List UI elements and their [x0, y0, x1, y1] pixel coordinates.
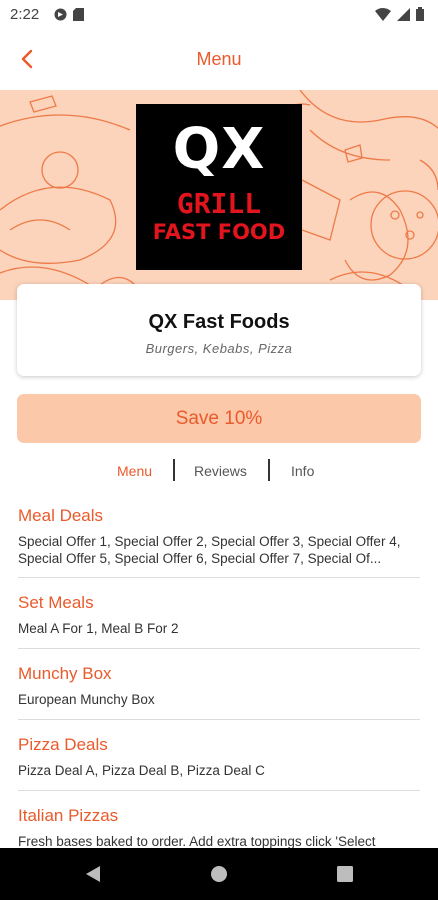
tab-divider: [173, 459, 175, 481]
circle-home-icon: [211, 866, 227, 882]
menu-section-title: Meal Deals: [18, 506, 104, 525]
save-offer-button[interactable]: Save 10%: [17, 394, 421, 443]
nav-recents-button[interactable]: [332, 861, 358, 887]
status-bar: 2:22: [0, 0, 438, 30]
restaurant-hero-banner: QX GRILL FAST FOOD: [0, 90, 438, 300]
menu-section-title: Pizza Deals: [18, 735, 108, 754]
status-time: 2:22: [10, 6, 40, 23]
menu-section-description: Meal A For 1, Meal B For 2: [18, 621, 179, 636]
triangle-back-icon: [86, 866, 100, 882]
signal-icon: [397, 7, 410, 21]
menu-section-title: Munchy Box: [18, 664, 112, 683]
tab-reviews[interactable]: Reviews: [194, 463, 247, 479]
section-tabs: Menu Reviews Info: [0, 458, 438, 484]
nav-back-button[interactable]: [80, 861, 106, 887]
battery-icon: [416, 7, 424, 21]
square-recents-icon: [337, 866, 353, 882]
tab-info[interactable]: Info: [291, 463, 314, 479]
nav-home-button[interactable]: [206, 861, 232, 887]
restaurant-name: QX Fast Foods: [148, 311, 290, 333]
sim-card-icon: [73, 8, 84, 21]
menu-section-title: Italian Pizzas: [18, 806, 119, 825]
app-header: Menu: [0, 30, 438, 90]
restaurant-logo: QX GRILL FAST FOOD: [136, 104, 302, 270]
divider: [18, 648, 420, 649]
status-notification-icons: [54, 8, 84, 21]
menu-section-description: Pizza Deal A, Pizza Deal B, Pizza Deal C: [18, 763, 265, 778]
logo-text-fast-food: FAST FOOD: [152, 220, 286, 244]
divider: [18, 719, 420, 720]
divider: [18, 577, 420, 578]
system-navigation-bar: [0, 848, 438, 900]
tab-menu[interactable]: Menu: [117, 463, 152, 479]
logo-text-grill: GRILL: [176, 187, 262, 220]
menu-section-description: European Munchy Box: [18, 692, 155, 707]
divider: [18, 790, 420, 791]
restaurant-cuisines: Burgers, Kebabs, Pizza: [145, 341, 293, 356]
restaurant-info-card: QX Fast Foods Burgers, Kebabs, Pizza: [17, 284, 421, 376]
page-title: Menu: [196, 49, 242, 69]
app-notification-icon: [54, 8, 67, 21]
wifi-icon: [375, 7, 391, 21]
menu-section-title: Set Meals: [18, 593, 94, 612]
menu-section-description: Special Offer 1, Special Offer 2, Specia…: [18, 534, 401, 566]
tab-divider: [268, 459, 270, 481]
logo-text-qx: QX: [172, 117, 266, 182]
status-system-icons: [375, 7, 424, 21]
